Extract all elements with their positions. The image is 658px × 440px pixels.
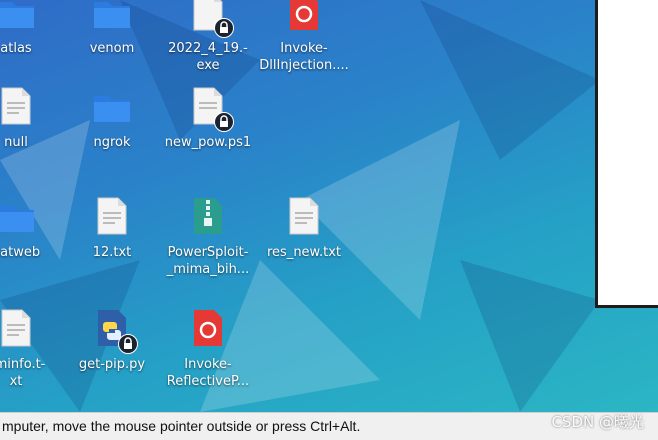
script-icon xyxy=(188,308,228,352)
file-icon xyxy=(0,308,36,352)
desktop-icon-powersploit[interactable]: PowerSploit- _mima_bih... xyxy=(160,196,256,278)
folder-icon xyxy=(0,196,36,240)
lock-icon xyxy=(118,334,138,354)
script-icon xyxy=(284,0,324,36)
python-icon xyxy=(92,308,138,354)
desktop-icon-invoke-reflectivep[interactable]: Invoke- ReflectiveP... xyxy=(160,308,256,390)
desktop-icon-venom[interactable]: venom xyxy=(64,0,160,57)
desktop-icon-ngrok[interactable]: ngrok xyxy=(64,86,160,151)
folder-icon xyxy=(92,86,132,130)
desktop-icon-12-txt[interactable]: 12.txt xyxy=(64,196,160,261)
desktop-icon-null[interactable]: null xyxy=(0,86,64,151)
desktop-icon-res-new-txt[interactable]: res_new.txt xyxy=(256,196,352,261)
desktop-icon-get-pip-py[interactable]: get-pip.py xyxy=(64,308,160,373)
desktop-icon-invoke-dllinjection[interactable]: Invoke- DllInjection.... xyxy=(256,0,352,74)
watermark: CSDN @曦光 xyxy=(551,413,644,431)
desktop-icon-hatweb[interactable]: hatweb xyxy=(0,196,64,261)
folder-icon xyxy=(0,0,36,36)
folder-icon xyxy=(92,0,132,36)
file-icon xyxy=(0,86,36,130)
status-text: mputer, move the mouse pointer outside o… xyxy=(2,418,361,434)
vm-window[interactable] xyxy=(595,0,658,308)
desktop-icon-2022-4-19-exe[interactable]: 2022_4_19.- exe xyxy=(160,0,256,74)
file-icon xyxy=(284,196,324,240)
desktop-icon-atlas[interactable]: atlas xyxy=(0,0,64,57)
desktop: atlas venom 2022_4_19.- exe Invoke- DllI… xyxy=(0,0,658,412)
desktop-icon-new-pow-ps1[interactable]: new_pow.ps1 xyxy=(160,86,256,151)
archive-icon xyxy=(188,196,228,240)
file-icon xyxy=(92,196,132,240)
lock-icon xyxy=(214,18,234,38)
desktop-icon-eminfo-txt[interactable]: eminfo.t- xt xyxy=(0,308,64,390)
lock-icon xyxy=(214,112,234,132)
file-icon xyxy=(188,0,234,38)
file-icon xyxy=(188,86,234,132)
